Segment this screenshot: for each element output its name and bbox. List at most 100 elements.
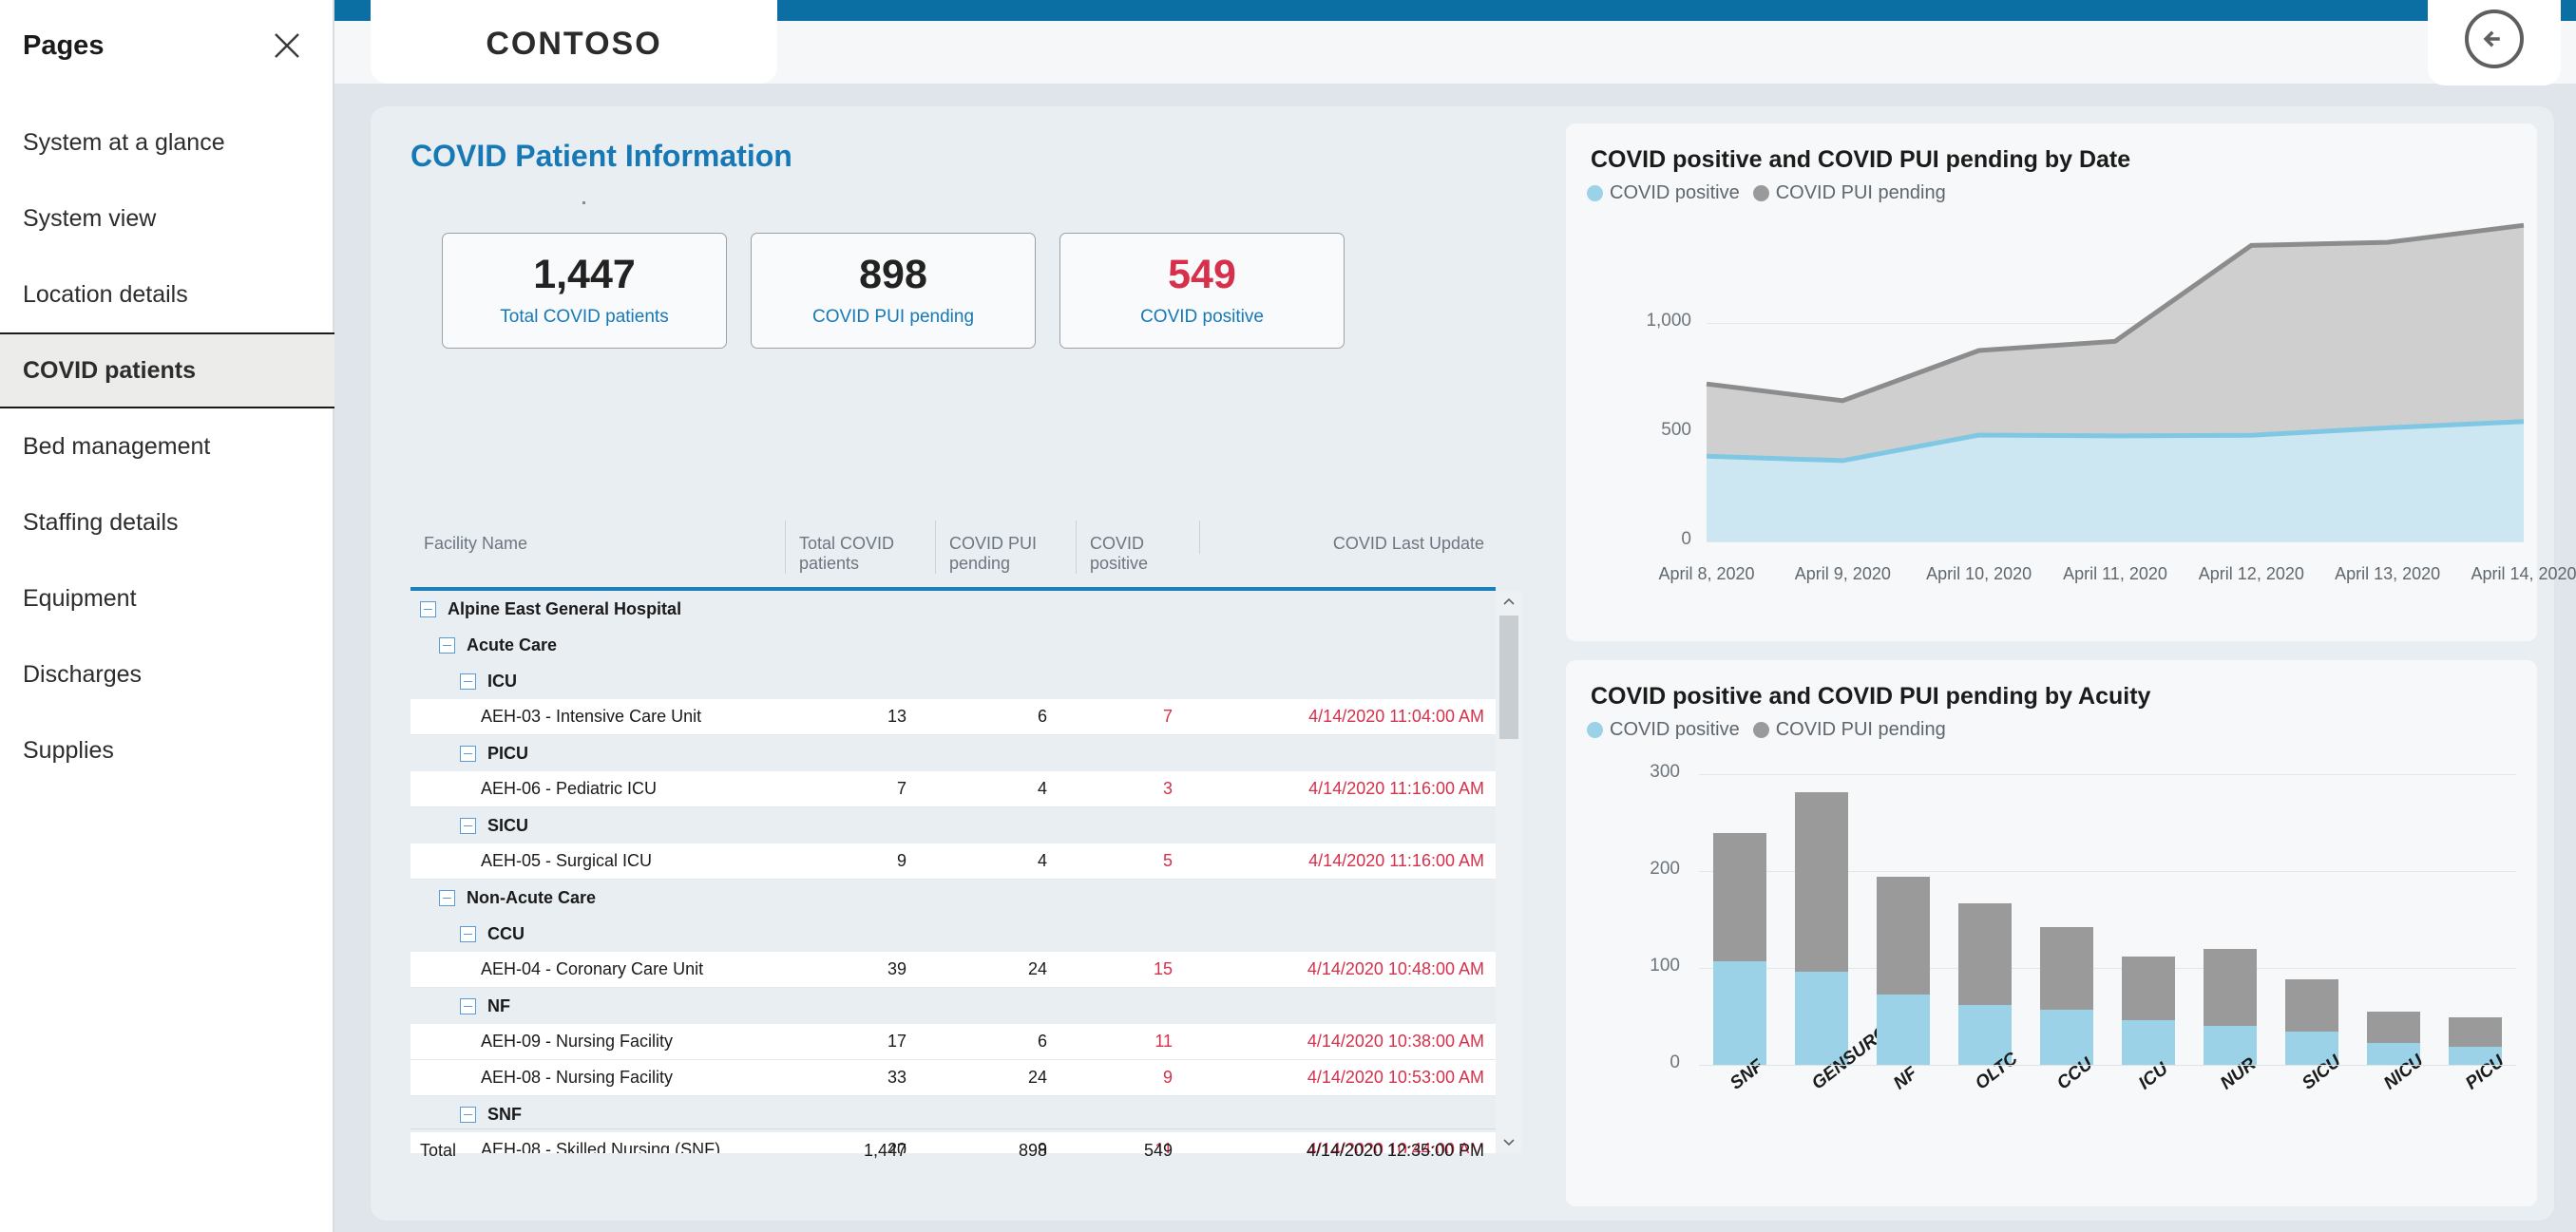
table-group-row[interactable]: SICU <box>410 807 1522 843</box>
table-group-row[interactable]: CCU <box>410 916 1522 952</box>
bar-segment-covid-positive[interactable] <box>1877 994 1930 1065</box>
sidebar-item-covid-patients[interactable]: COVID patients <box>0 332 334 408</box>
table-row[interactable]: AEH-08 - Nursing Facility 33 24 9 4/14/2020 … <box>410 1060 1522 1096</box>
collapse-minus-icon[interactable] <box>460 925 476 942</box>
column-header-covid-pui-pending[interactable]: COVID PUI pending <box>935 521 1076 574</box>
bar-segment-covid-positive[interactable] <box>1795 972 1848 1065</box>
bar-segment-covid-pui-pending[interactable] <box>2040 927 2093 1010</box>
bar-group[interactable] <box>1795 765 1848 1065</box>
legend-item-covid-pui-pending[interactable]: COVID PUI pending <box>1752 182 1946 204</box>
bar-group[interactable] <box>2449 765 2502 1065</box>
table-row[interactable]: AEH-03 - Intensive Care Unit 13 6 7 4/14/202… <box>410 699 1522 735</box>
collapse-minus-icon[interactable] <box>460 817 476 834</box>
legend-item-covid-positive[interactable]: COVID positive <box>1587 182 1740 204</box>
collapse-minus-icon[interactable] <box>439 889 455 906</box>
cell-facility-name: AEH-09 - Nursing Facility <box>410 1032 785 1052</box>
sidebar-item-bed-management[interactable]: Bed management <box>0 408 333 484</box>
collapse-minus-icon[interactable] <box>439 636 455 654</box>
bar-segment-covid-pui-pending[interactable] <box>1958 902 2012 1005</box>
bar-segment-covid-pui-pending[interactable] <box>2204 948 2257 1027</box>
table-group-row[interactable]: Alpine East General Hospital <box>410 591 1522 627</box>
table-row[interactable]: AEH-06 - Pediatric ICU 7 4 3 4/14/2020 11:16… <box>410 771 1522 807</box>
sidebar-item-label: Equipment <box>23 584 137 612</box>
bar-segment-covid-pui-pending[interactable] <box>2367 1011 2420 1043</box>
collapse-minus-icon[interactable] <box>460 745 476 762</box>
bar-segment-covid-pui-pending[interactable] <box>2285 979 2338 1033</box>
bar-group[interactable] <box>1713 765 1766 1065</box>
table-group-row[interactable]: SNF <box>410 1096 1522 1132</box>
group-label: Alpine East General Hospital <box>448 598 682 618</box>
group-label: Acute Care <box>467 635 558 654</box>
bar-segment-covid-positive[interactable] <box>1713 960 1766 1065</box>
kpi-card-covid-positive[interactable]: 549 COVID positive <box>1059 233 1345 349</box>
cell-covid-pui-pending: 24 <box>1027 959 1047 978</box>
app-root: CONTOSO COVID Patient Information 1,447 … <box>0 0 2576 1232</box>
table-group-row[interactable]: NF <box>410 988 1522 1024</box>
sidebar-item-label: COVID patients <box>23 356 196 384</box>
table-vertical-scrollbar[interactable] <box>1496 591 1522 1153</box>
bar-group[interactable] <box>2204 765 2257 1065</box>
sidebar-item-system-at-a-glance[interactable]: System at a glance <box>0 104 333 180</box>
kpi-card-covid-pui-pending[interactable]: 898 COVID PUI pending <box>751 233 1036 349</box>
scroll-up-chevron-icon[interactable] <box>1501 595 1517 610</box>
kpi-card-total-covid-patients[interactable]: 1,447 Total COVID patients <box>442 233 727 349</box>
column-header-facility-name[interactable]: Facility Name <box>410 521 785 554</box>
sidebar-item-supplies[interactable]: Supplies <box>0 712 333 788</box>
sidebar-item-equipment[interactable]: Equipment <box>0 560 333 636</box>
cell-facility-name: SNF <box>410 1105 785 1125</box>
legend-item-covid-pui-pending[interactable]: COVID PUI pending <box>1752 719 1946 741</box>
facility-label: AEH-09 - Nursing Facility <box>481 1032 674 1051</box>
group-label: NF <box>487 995 510 1015</box>
collapse-minus-icon[interactable] <box>460 673 476 690</box>
back-button-card[interactable] <box>2428 0 2561 85</box>
sidebar-item-system-view[interactable]: System view <box>0 180 333 256</box>
sidebar-item-label: Discharges <box>23 660 143 688</box>
kpi-label: Total COVID patients <box>500 306 669 327</box>
scroll-down-chevron-icon[interactable] <box>1501 1134 1517 1149</box>
chart-covid-by-acuity[interactable]: COVID positive and COVID PUI pending by … <box>1566 660 2537 1206</box>
bar-segment-covid-pui-pending[interactable] <box>1713 833 1766 961</box>
table-group-row[interactable]: ICU <box>410 663 1522 699</box>
bar-group[interactable] <box>2367 765 2420 1065</box>
table-group-row[interactable]: Acute Care <box>410 627 1522 663</box>
sidebar-item-discharges[interactable]: Discharges <box>0 636 333 712</box>
bar-group[interactable] <box>2040 765 2093 1065</box>
table-row[interactable]: AEH-04 - Coronary Care Unit 39 24 15 4/14/20… <box>410 952 1522 988</box>
sidebar-item-staffing-details[interactable]: Staffing details <box>0 484 333 560</box>
x-axis-tick-label: NF <box>1890 1063 1921 1094</box>
table-row[interactable]: AEH-05 - Surgical ICU 9 4 5 4/14/2020 11:16:… <box>410 843 1522 880</box>
bar-group[interactable] <box>1877 765 1930 1065</box>
column-header-total-covid-patients[interactable]: Total COVID patients <box>785 521 935 574</box>
collapse-minus-icon[interactable] <box>420 600 436 617</box>
cell-facility-name: NF <box>410 996 785 1016</box>
bar-segment-covid-positive[interactable] <box>2122 1020 2175 1065</box>
column-header-covid-positive[interactable]: COVID positive <box>1076 521 1199 574</box>
scrollbar-thumb[interactable] <box>1499 616 1518 739</box>
legend-item-covid-positive[interactable]: COVID positive <box>1587 719 1740 741</box>
bar-group[interactable] <box>2285 765 2338 1065</box>
back-arrow-icon[interactable] <box>2465 9 2524 68</box>
close-icon[interactable] <box>270 28 304 63</box>
facility-label: AEH-06 - Pediatric ICU <box>481 779 658 798</box>
facility-label: AEH-08 - Nursing Facility <box>481 1068 674 1087</box>
bar-group[interactable] <box>1958 765 2012 1065</box>
collapse-minus-icon[interactable] <box>460 997 476 1014</box>
table-group-row[interactable]: PICU <box>410 735 1522 771</box>
bar-segment-covid-pui-pending[interactable] <box>2449 1017 2502 1047</box>
kpi-label: COVID PUI pending <box>811 306 975 327</box>
bar-segment-covid-pui-pending[interactable] <box>1877 877 1930 995</box>
bar-segment-covid-pui-pending[interactable] <box>2122 956 2175 1021</box>
table-group-row[interactable]: Non-Acute Care <box>410 880 1522 916</box>
bar-segment-covid-pui-pending[interactable] <box>1795 791 1848 973</box>
table-row[interactable]: AEH-09 - Nursing Facility 17 6 11 4/14/2020 … <box>410 1024 1522 1060</box>
collapse-minus-icon[interactable] <box>460 1106 476 1123</box>
cell-covid-last-update: 4/14/2020 10:38:00 AM <box>1307 1032 1484 1051</box>
bar-group[interactable] <box>2122 765 2175 1065</box>
cell-facility-name: PICU <box>410 744 785 764</box>
sidebar-item-location-details[interactable]: Location details <box>0 256 333 332</box>
cell-facility-name: CCU <box>410 924 785 944</box>
area-plot-area: 0 500 1,000 April 8, 2020 April 9, 2020 April… <box>1566 218 2576 641</box>
column-header-covid-last-update[interactable]: COVID Last Update <box>1199 521 1496 554</box>
bar-plot-area: 0 100 200 300 SNF GENSURG NF OLTC CCU ICU NUR SICU N… <box>1566 751 2537 1206</box>
chart-covid-by-date[interactable]: COVID positive and COVID PUI pending by … <box>1566 123 2576 641</box>
